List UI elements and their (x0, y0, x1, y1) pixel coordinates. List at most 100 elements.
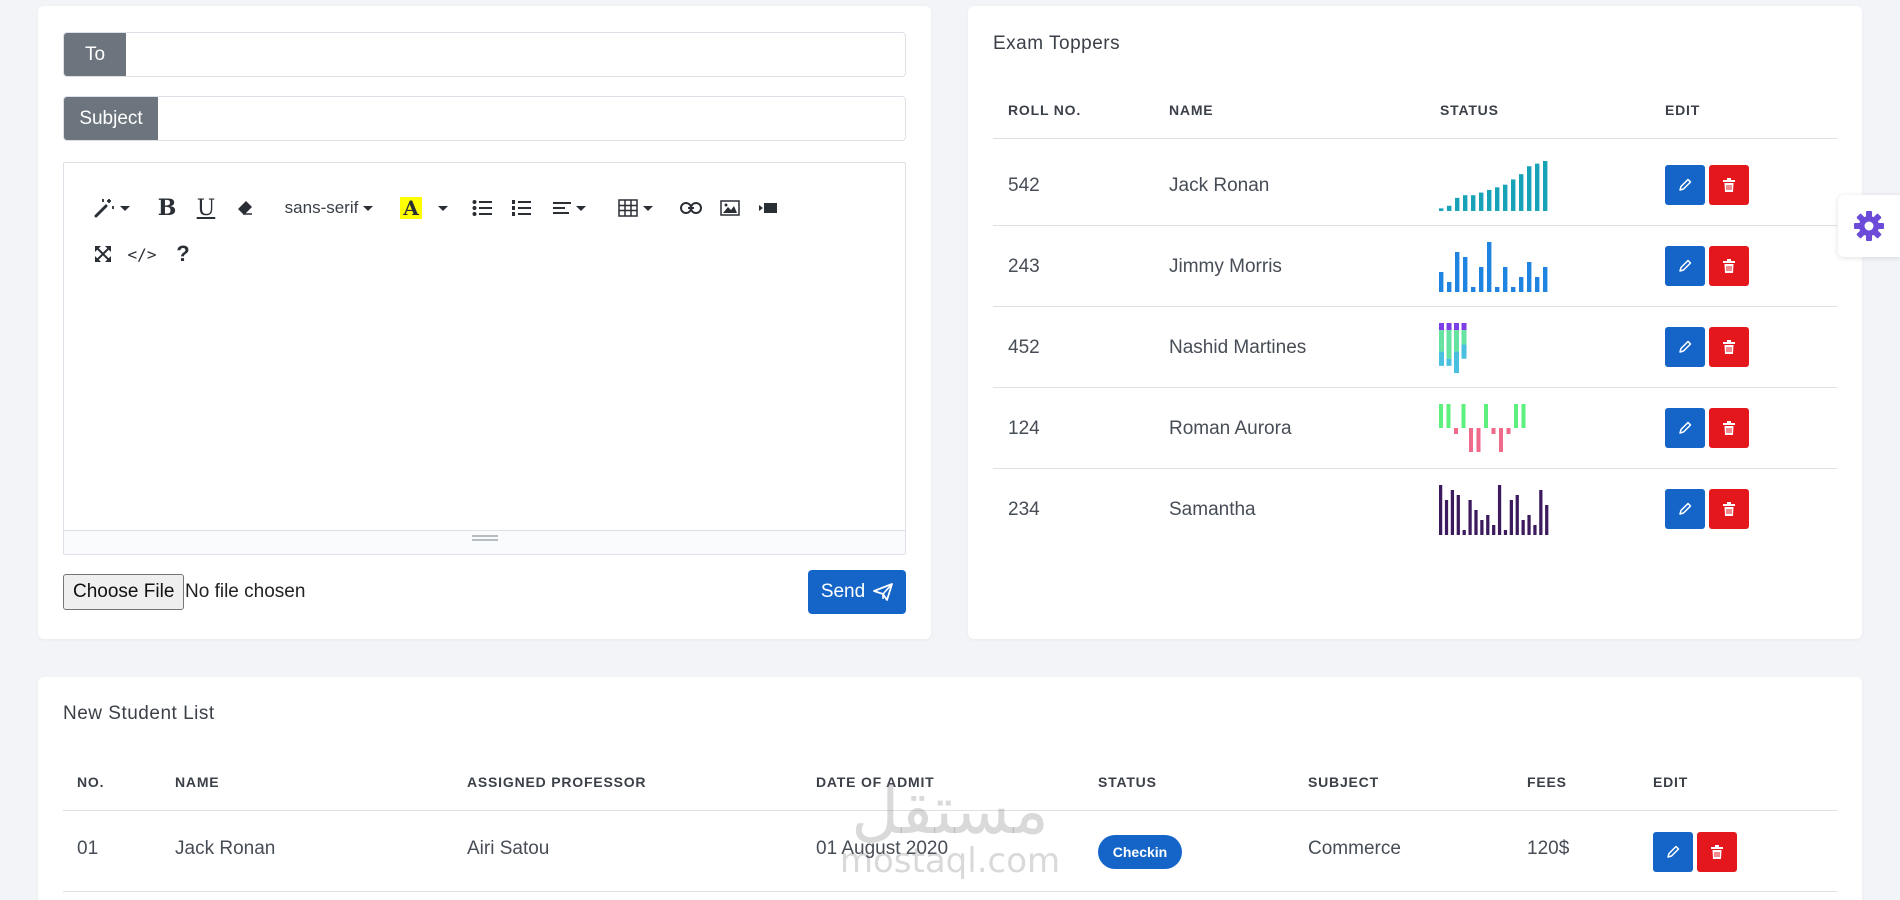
exam-toppers-card: Exam Toppers ROLL NO. NAME STATUS EDIT 5… (968, 6, 1862, 639)
delete-button[interactable] (1709, 489, 1749, 529)
pencil-icon (1679, 421, 1692, 434)
student-professor: Airi Satou (467, 838, 550, 859)
status-sparkline (1439, 161, 1548, 211)
sparkline-bar (1521, 404, 1526, 428)
row-divider (993, 306, 1837, 307)
sparkline-bar (1533, 525, 1537, 535)
text-color-button[interactable]: A (398, 193, 424, 223)
status-badge: Checkin (1098, 835, 1182, 869)
column-header-date: DATE OF ADMIT (816, 774, 935, 790)
delete-button[interactable] (1709, 408, 1749, 448)
numbered-list-icon (512, 200, 531, 216)
sparkline-bar (1491, 428, 1496, 434)
font-family-dropdown[interactable]: sans-serif (280, 193, 378, 223)
exam-toppers-title: Exam Toppers (993, 33, 1121, 54)
to-input[interactable] (126, 33, 905, 76)
sparkline-bar (1499, 428, 1503, 452)
eraser-icon (238, 201, 252, 215)
sparkline-bar (1535, 277, 1540, 292)
pencil-icon (1679, 502, 1692, 515)
status-sparkline (1439, 404, 1526, 452)
edit-button[interactable] (1665, 327, 1705, 367)
header-divider (993, 138, 1837, 139)
sparkline-bar (1492, 525, 1496, 535)
compose-mail-card: To Subject B U sans-serif A </> ? Choose… (38, 6, 931, 639)
sparkline-bar (1462, 530, 1466, 535)
paper-plane-icon (873, 583, 894, 601)
student-name: Jimmy Morris (1169, 256, 1282, 277)
code-view-button[interactable]: </> (126, 239, 158, 269)
paragraph-align-dropdown[interactable] (548, 193, 590, 223)
insert-image-button[interactable] (717, 193, 743, 223)
sparkline-bar (1521, 520, 1525, 535)
edit-button[interactable] (1665, 408, 1705, 448)
delete-button[interactable] (1697, 832, 1737, 872)
sparkline-bar (1480, 520, 1484, 535)
trash-icon (1723, 259, 1735, 273)
underline-button[interactable]: U (193, 193, 219, 223)
column-header-professor: ASSIGNED PROFESSOR (467, 774, 647, 790)
roll-number: 452 (1008, 337, 1040, 358)
table-dropdown[interactable] (614, 193, 656, 223)
sparkline-bar (1444, 500, 1449, 535)
editor-body[interactable] (64, 285, 905, 530)
trash-icon (1711, 845, 1723, 859)
bulleted-list-button[interactable] (469, 193, 495, 223)
editor-resize-handle[interactable] (64, 530, 905, 554)
edit-button[interactable] (1653, 832, 1693, 872)
fullscreen-button[interactable] (90, 239, 116, 269)
pencil-icon (1667, 845, 1680, 858)
header-divider (63, 810, 1837, 811)
to-field-group: To (63, 32, 906, 77)
bold-button[interactable]: B (154, 193, 180, 223)
sparkline-bar (1535, 163, 1540, 211)
help-button[interactable]: ? (170, 239, 196, 269)
clear-format-button[interactable] (232, 193, 258, 223)
sparkline-bar (1476, 428, 1481, 452)
edit-button[interactable] (1665, 165, 1705, 205)
sparkline-bar (1447, 282, 1452, 292)
sparkline-bar (1439, 485, 1443, 535)
numbered-list-button[interactable] (508, 193, 534, 223)
delete-button[interactable] (1709, 246, 1749, 286)
sparkline-bar (1484, 404, 1488, 428)
send-button[interactable]: Send (808, 570, 906, 614)
style-dropdown-button[interactable] (90, 193, 132, 223)
row-divider (993, 225, 1837, 226)
sparkline-bar (1454, 323, 1459, 331)
text-color-icon: A (400, 197, 422, 219)
insert-link-button[interactable] (678, 193, 704, 223)
row-divider (63, 891, 1837, 892)
edit-button[interactable] (1665, 489, 1705, 529)
column-header-name: NAME (175, 774, 220, 790)
sparkline-bar (1515, 495, 1519, 535)
column-header-status: STATUS (1098, 774, 1157, 790)
roll-number: 542 (1008, 175, 1040, 196)
status-sparkline (1439, 242, 1548, 292)
choose-file-button[interactable]: Choose File (63, 574, 185, 610)
text-color-dropdown[interactable] (434, 193, 452, 223)
insert-video-button[interactable] (755, 193, 781, 223)
sparkline-bar (1545, 505, 1549, 535)
delete-button[interactable] (1709, 165, 1749, 205)
trash-icon (1723, 421, 1735, 435)
sparkline-bar (1454, 428, 1458, 434)
status-sparkline (1439, 485, 1549, 535)
table-icon (617, 199, 638, 217)
new-student-list-card: New Student List NO. NAME ASSIGNED PROFE… (38, 677, 1862, 900)
sparkline-bar (1539, 490, 1543, 535)
status-sparkline (1439, 323, 1467, 373)
settings-button[interactable] (1838, 195, 1900, 257)
sparkline-bar (1479, 267, 1484, 292)
sparkline-bar (1463, 257, 1468, 292)
subject-input[interactable] (158, 97, 905, 140)
edit-button[interactable] (1665, 246, 1705, 286)
sparkline-bar (1495, 187, 1500, 211)
magic-wand-icon (94, 199, 114, 218)
send-label: Send (820, 581, 866, 602)
subject-label: Subject (64, 97, 158, 140)
delete-button[interactable] (1709, 327, 1749, 367)
student-name: Nashid Martines (1169, 337, 1307, 358)
column-header-subject: SUBJECT (1308, 774, 1379, 790)
link-icon (680, 202, 702, 214)
